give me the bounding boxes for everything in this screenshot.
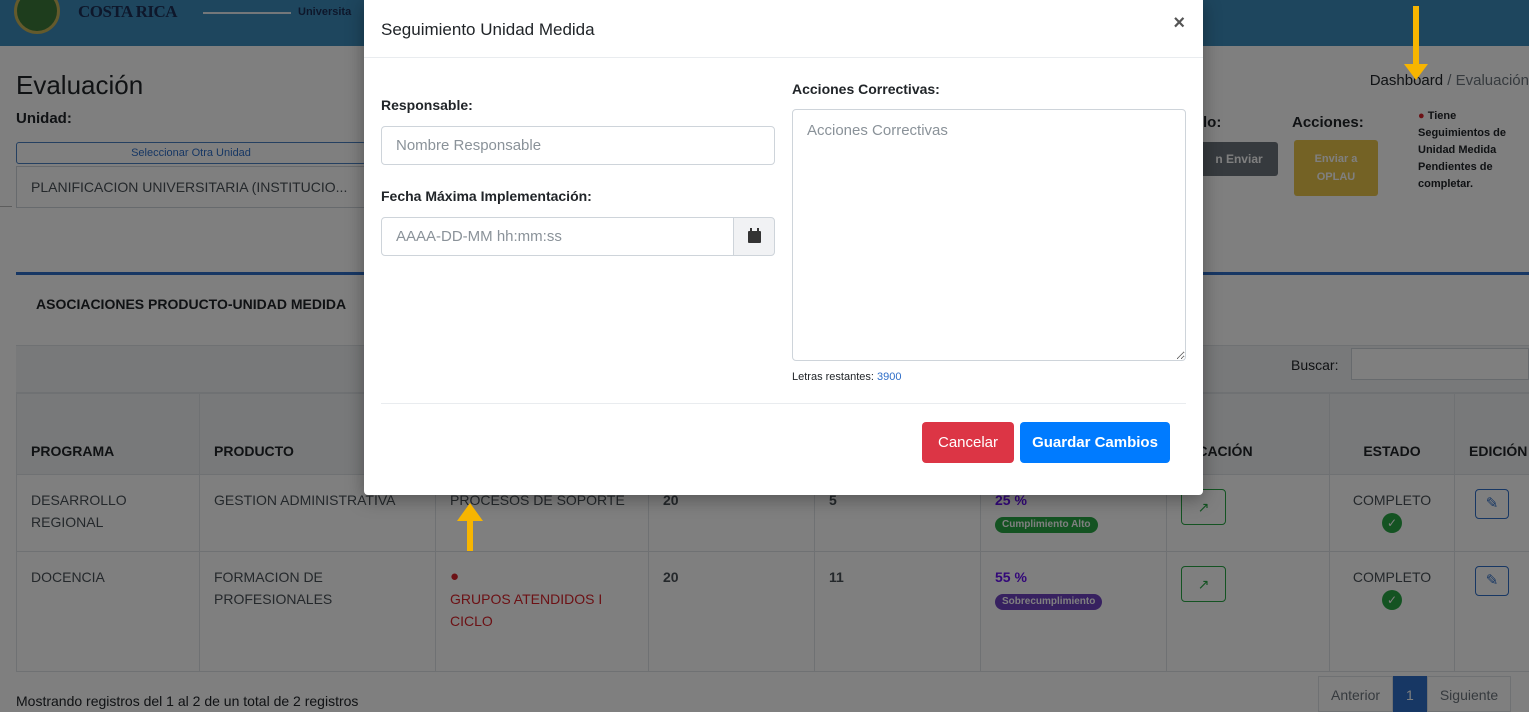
modal-divider: [381, 403, 1186, 404]
save-changes-button[interactable]: Guardar Cambios: [1020, 422, 1170, 463]
responsable-label: Responsable:: [381, 97, 473, 113]
remaining-letters-count: 3900: [877, 371, 902, 383]
acciones-correctivas-label: Acciones Correctivas:: [792, 81, 940, 97]
date-picker-button[interactable]: [733, 217, 775, 256]
calendar-icon: [747, 228, 761, 243]
responsable-input[interactable]: [381, 126, 775, 165]
acciones-correctivas-textarea[interactable]: [792, 109, 1186, 361]
modal-header: Seguimiento Unidad Medida ×: [364, 0, 1203, 58]
remaining-letters: Letras restantes: 3900: [792, 371, 901, 383]
fecha-label: Fecha Máxima Implementación:: [381, 188, 592, 204]
close-icon[interactable]: ×: [1173, 12, 1185, 35]
annotation-arrow-down: [1404, 6, 1428, 80]
remaining-letters-label: Letras restantes:: [792, 371, 874, 383]
seguimiento-modal: Seguimiento Unidad Medida × Responsable:…: [364, 0, 1203, 495]
cancel-button[interactable]: Cancelar: [922, 422, 1014, 463]
modal-title: Seguimiento Unidad Medida: [381, 20, 595, 39]
annotation-arrow-up: [457, 503, 483, 551]
fecha-input[interactable]: [381, 217, 734, 256]
